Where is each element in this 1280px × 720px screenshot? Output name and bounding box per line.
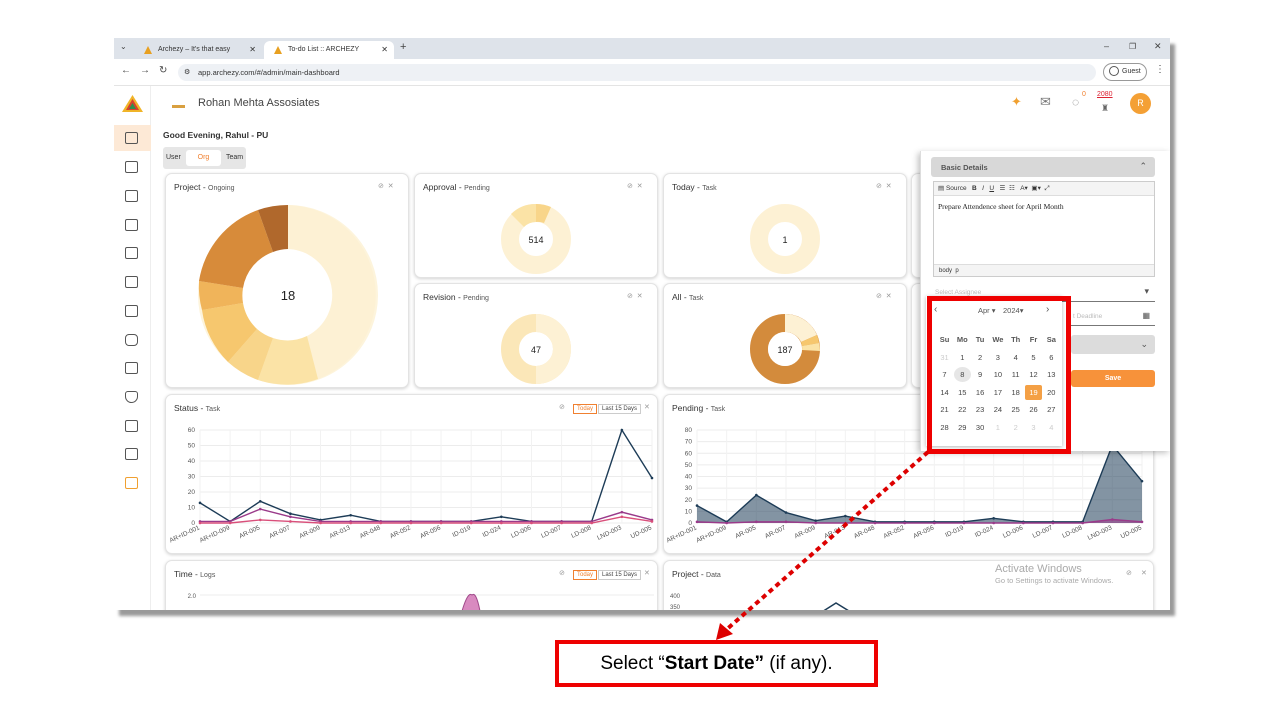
instruction-caption: Select “Start Date” (if any). bbox=[555, 640, 878, 687]
caption-prefix: Select “ bbox=[600, 653, 665, 674]
caption-emphasis: Start Date” bbox=[664, 653, 765, 674]
annotation-arrow bbox=[716, 450, 930, 640]
caption-suffix: (if any). bbox=[764, 653, 833, 674]
dotted-arrow-line bbox=[724, 450, 930, 632]
